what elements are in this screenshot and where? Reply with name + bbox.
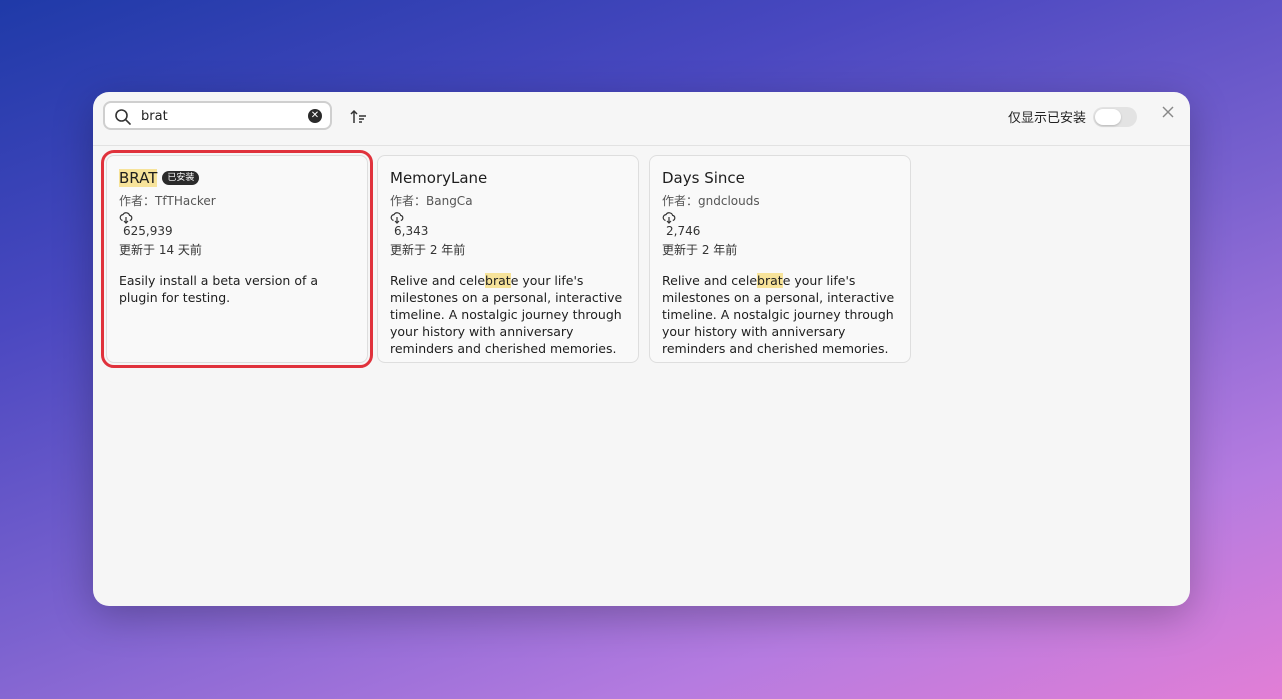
desc-part: Easily install a beta version of a plugi… bbox=[119, 273, 319, 305]
card-updated: 更新于 2 年前 bbox=[662, 243, 738, 257]
installed-only-label: 仅显示已安装 bbox=[1007, 111, 1086, 126]
card-downloads: 625,939 bbox=[123, 224, 173, 238]
card-author: 作者：gndclouds bbox=[662, 194, 760, 208]
card-title-row: BRAT 已安装 bbox=[119, 168, 355, 188]
card-downloads: 2,746 bbox=[666, 224, 701, 238]
plugin-card-days-since[interactable]: Days Since 作者：gndclouds 2,746 更新于 2 年前 R… bbox=[649, 155, 911, 363]
modal-header: ✕ 仅显示已安装 bbox=[93, 92, 1190, 146]
title-rest: MemoryLane bbox=[390, 169, 488, 187]
card-description: Relive and celebrate your life's milesto… bbox=[390, 272, 626, 357]
installed-only-toggle[interactable] bbox=[1093, 107, 1137, 127]
plugin-card-brat[interactable]: BRAT 已安装 作者：TfTHacker 625,939 更新于 14 天前 … bbox=[101, 150, 373, 368]
desc-highlight: brat bbox=[485, 273, 511, 288]
search-input[interactable] bbox=[141, 106, 301, 126]
clear-icon: ✕ bbox=[310, 110, 320, 121]
card-description: Easily install a beta version of a plugi… bbox=[119, 272, 355, 306]
plugin-card-memorylane[interactable]: MemoryLane 作者：BangCa 6,343 更新于 2 年前 Reli… bbox=[377, 155, 639, 363]
card-title-row: MemoryLane bbox=[390, 168, 626, 188]
title-rest: Days Since bbox=[662, 169, 745, 187]
close-icon[interactable] bbox=[1160, 104, 1176, 120]
card-author: 作者：TfTHacker bbox=[119, 194, 216, 208]
desc-highlight: brat bbox=[757, 273, 783, 288]
cloud-download-icon bbox=[662, 212, 676, 224]
toggle-knob bbox=[1095, 109, 1121, 125]
card-updated: 更新于 2 年前 bbox=[390, 243, 466, 257]
card-title: BRAT bbox=[119, 169, 158, 187]
search-icon bbox=[115, 109, 131, 125]
clear-search-button[interactable]: ✕ bbox=[308, 109, 322, 123]
cloud-download-icon bbox=[119, 212, 133, 224]
card-updated: 更新于 14 天前 bbox=[119, 243, 202, 257]
desc-part: Relive and cele bbox=[390, 273, 486, 288]
cloud-download-icon bbox=[390, 212, 404, 224]
desc-part: Relive and cele bbox=[662, 273, 758, 288]
installed-badge: 已安装 bbox=[162, 171, 200, 185]
title-highlight: BRAT bbox=[119, 169, 158, 187]
plugin-browser-modal: ✕ 仅显示已安装 BRAT 已安装 作者：TfTHacker bbox=[93, 92, 1190, 606]
search-box[interactable]: ✕ bbox=[103, 101, 332, 130]
card-title-row: Days Since bbox=[662, 168, 898, 188]
card-title: Days Since bbox=[662, 169, 745, 187]
card-author: 作者：BangCa bbox=[390, 194, 473, 208]
card-description: Relive and celebrate your life's milesto… bbox=[662, 272, 898, 357]
sort-icon[interactable] bbox=[349, 107, 369, 127]
card-downloads: 6,343 bbox=[394, 224, 429, 238]
card-title: MemoryLane bbox=[390, 169, 487, 187]
